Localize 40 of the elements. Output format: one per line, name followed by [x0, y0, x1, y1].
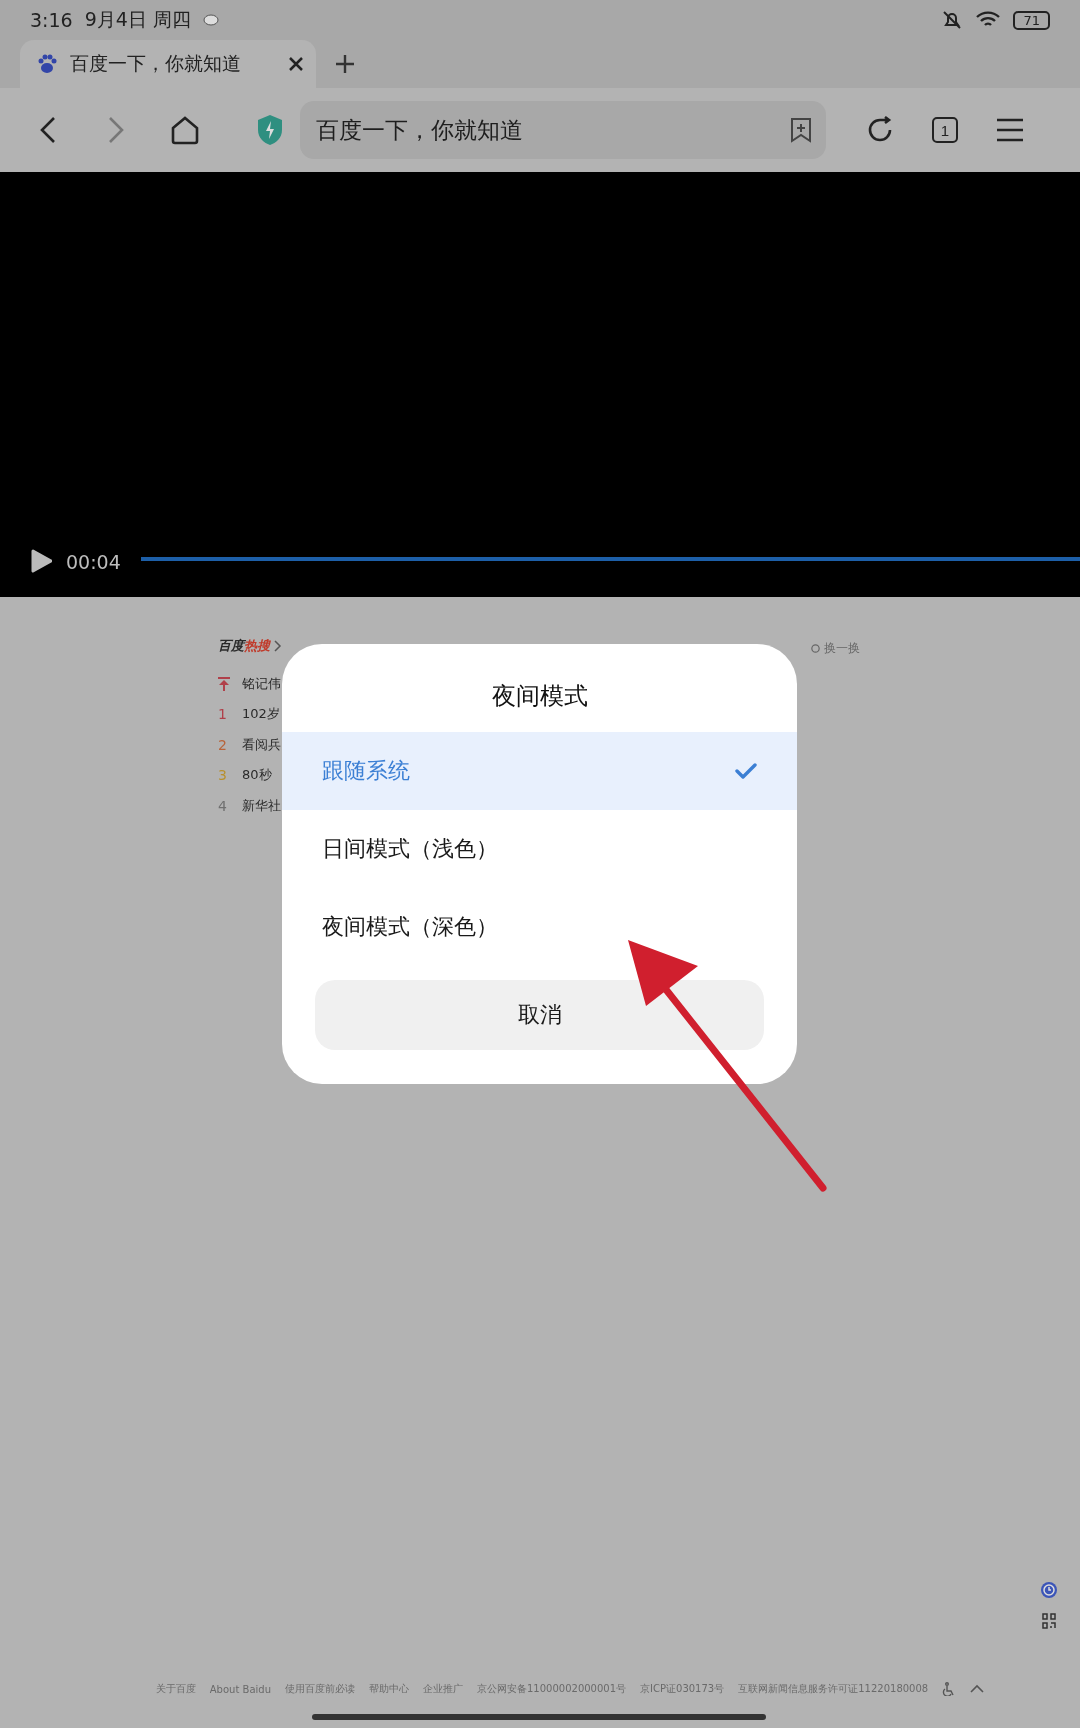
battery-indicator: 71: [1013, 10, 1050, 30]
refresh-icon[interactable]: [866, 116, 894, 144]
paw-icon: [36, 53, 58, 75]
rank-number: 4: [218, 797, 228, 814]
hot-search-item[interactable]: 看阅兵: [242, 735, 281, 754]
address-bar[interactable]: 百度一下，你就知道: [300, 101, 826, 159]
refresh-icon: [810, 643, 821, 654]
hot-search-item[interactable]: 102岁: [242, 705, 280, 723]
tab-count-button[interactable]: 1: [932, 117, 958, 143]
chevron-up-icon[interactable]: [970, 1684, 985, 1694]
play-icon[interactable]: [30, 549, 52, 573]
clock-icon[interactable]: [1040, 1581, 1058, 1599]
home-icon[interactable]: [170, 115, 200, 145]
chevron-right-icon: [274, 640, 282, 652]
bookmark-add-icon[interactable]: [790, 117, 812, 143]
app-notification-icon: [202, 13, 219, 27]
menu-icon[interactable]: [996, 118, 1024, 142]
status-time: 3:16: [30, 9, 73, 31]
back-icon[interactable]: [38, 115, 58, 145]
hot-search-item[interactable]: 铭记伟: [242, 674, 281, 693]
rank-number: 1: [218, 706, 228, 722]
mode-option[interactable]: 跟随系统: [282, 732, 797, 810]
hot-search-item[interactable]: 新华社: [242, 796, 281, 815]
playback-time: 00:04: [66, 551, 121, 573]
shield-icon: [256, 114, 284, 146]
checkmark-icon: [735, 762, 757, 780]
rank-number: 2: [218, 736, 228, 753]
dialog-title: 夜间模式: [490, 681, 589, 712]
cancel-button[interactable]: 取消: [315, 980, 764, 1050]
hot-search-title[interactable]: 百度热搜: [218, 637, 270, 655]
status-date: 9月4日 周四: [84, 7, 191, 32]
tab-title: 百度一下，你就知道: [70, 51, 242, 76]
qr-code-icon[interactable]: [1042, 1613, 1056, 1629]
pin-top-icon: [218, 676, 230, 691]
hot-search-item[interactable]: 80秒: [242, 766, 272, 784]
address-text: 百度一下，你就知道: [316, 115, 524, 145]
browser-tab[interactable]: 百度一下，你就知道: [20, 40, 316, 88]
rank-number: 3: [218, 767, 228, 783]
accessibility-icon[interactable]: [942, 1682, 957, 1696]
close-icon[interactable]: [288, 56, 304, 72]
